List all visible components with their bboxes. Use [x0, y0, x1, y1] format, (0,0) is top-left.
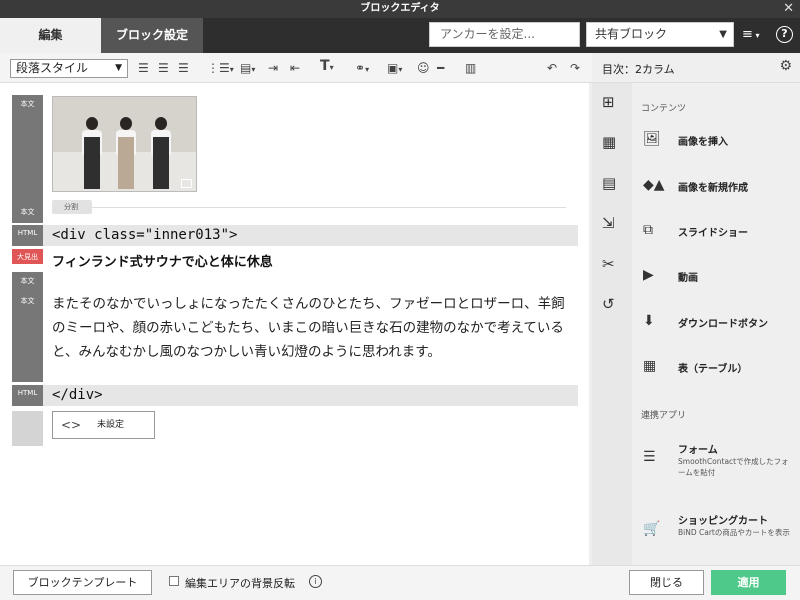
- unset-button[interactable]: <> 未設定: [52, 411, 155, 439]
- split-divider: [92, 207, 566, 208]
- redo-icon[interactable]: ↷: [570, 60, 580, 76]
- editor-area[interactable]: 本文 本文 HTML 大見出 本文 本文 HTML 分割 <div class=…: [0, 83, 592, 565]
- section-apps: 連携アプリ: [641, 411, 687, 421]
- bg-invert-label: 編集エリアの背景反転: [185, 577, 295, 590]
- heading-text[interactable]: フィンランド式サウナで心と体に休息: [52, 251, 273, 270]
- info-icon[interactable]: i: [309, 575, 322, 588]
- block-label-body-sub: 本文: [20, 208, 35, 216]
- gear-icon[interactable]: ⚙: [779, 58, 792, 74]
- section-contents: コンテンツ: [641, 104, 687, 114]
- add-icon[interactable]: ⊞: [602, 93, 615, 111]
- video-icon: ▶: [643, 267, 654, 283]
- slideshow-icon: ⧉: [643, 222, 653, 238]
- align-right-icon[interactable]: ☰: [178, 60, 189, 76]
- sidebar-content-list: コンテンツ 🖼 画像を挿入 ◆▲ 画像を新規作成 ⧉ スライドショー ▶ 動画 …: [632, 83, 800, 565]
- chevron-down-icon: ▼: [115, 63, 122, 73]
- undo-icon[interactable]: ↶: [547, 60, 557, 76]
- paragraph-style-value: 段落スタイル: [16, 61, 89, 75]
- sidebar-title: 目次：2カラム: [602, 63, 675, 76]
- text-format-icon[interactable]: T▾: [320, 58, 334, 76]
- block-label-empty[interactable]: [12, 411, 43, 446]
- tab-bar: 編集 ブロック設定 アンカーを設定... 共有ブロック ▼ ≡ ▾ ?: [0, 18, 800, 53]
- history-icon[interactable]: ↺: [602, 295, 615, 313]
- sidebar-icon-strip: ⊞ ▦ ▤ ⇲ ✂ ↺: [592, 83, 632, 565]
- html-close-tag[interactable]: </div>: [43, 385, 578, 406]
- block-label-body[interactable]: 本文 本文: [12, 95, 43, 223]
- block-label-body-text-sub: 本文: [20, 297, 35, 305]
- code-icon: <>: [61, 418, 82, 432]
- image-badge-icon: [181, 179, 192, 188]
- shared-block-select[interactable]: 共有ブロック ▼: [586, 22, 734, 47]
- image-icon: 🖼: [643, 131, 661, 147]
- window-title: ブロックエディタ: [360, 3, 440, 14]
- download-icon: ⬇: [643, 313, 655, 329]
- tab-edit[interactable]: 編集: [0, 18, 101, 53]
- html-open-tag[interactable]: <div class="inner013">: [43, 225, 578, 246]
- close-window-icon[interactable]: ✕: [783, 0, 794, 18]
- horizontal-rule-icon[interactable]: ━: [437, 60, 444, 76]
- apply-button[interactable]: 適用: [711, 570, 786, 595]
- align-left-icon[interactable]: ☰: [138, 60, 149, 76]
- table-icon: ▦: [643, 358, 657, 374]
- list-icon[interactable]: ⋮☰▾: [207, 60, 234, 78]
- paragraph-text[interactable]: またそのなかでいっしょになったたくさんのひとたち、ファゼーロとロザーロ、羊飼のミ…: [52, 292, 577, 364]
- shapes-icon: ◆▲: [643, 177, 665, 193]
- photo-staff[interactable]: [52, 96, 197, 192]
- form-icon: ☰: [643, 449, 656, 465]
- menu-icon[interactable]: ≡ ▾: [742, 27, 759, 42]
- image-icon[interactable]: ▣▾: [387, 60, 402, 78]
- chevron-down-icon: ▼: [719, 29, 727, 40]
- shared-block-value: 共有ブロック: [595, 27, 668, 41]
- block-label-body-text[interactable]: 本文 本文: [12, 272, 43, 382]
- tab-block-settings[interactable]: ブロック設定: [101, 18, 203, 53]
- close-button[interactable]: 閉じる: [629, 570, 704, 595]
- sidebar-header: 目次：2カラム ⚙: [592, 53, 800, 83]
- align-center-icon[interactable]: ☰: [158, 60, 169, 76]
- block-label-heading[interactable]: 大見出: [12, 249, 43, 264]
- outdent-icon[interactable]: ⇤: [290, 60, 300, 76]
- tools-icon[interactable]: ✂: [602, 255, 615, 273]
- block-template-button[interactable]: ブロックテンプレート: [13, 570, 152, 595]
- anchor-input[interactable]: アンカーを設定...: [429, 22, 580, 47]
- format-toolbar: 段落スタイル ▼ ☰ ☰ ☰ ⋮☰▾ ▤▾ ⇥ ⇤ T▾ ⚭▾ ▣▾ ☺ ━ ▥…: [0, 53, 592, 83]
- column-icon[interactable]: ▥: [465, 60, 476, 76]
- emoji-icon[interactable]: ☺: [417, 60, 430, 76]
- window-title-bar: ブロックエディタ ✕: [0, 0, 800, 18]
- link-icon[interactable]: ⚭▾: [355, 60, 369, 78]
- paragraph-style-select[interactable]: 段落スタイル ▼: [10, 59, 128, 78]
- import-icon[interactable]: ⇲: [602, 214, 615, 232]
- indent-icon[interactable]: ⇥: [268, 60, 278, 76]
- cart-icon: 🛒: [643, 521, 661, 537]
- block-label-html[interactable]: HTML: [12, 225, 43, 246]
- split-button[interactable]: 分割: [52, 200, 92, 214]
- block-label-html-close[interactable]: HTML: [12, 385, 43, 406]
- footer-bar: ブロックテンプレート 編集エリアの背景反転 i 閉じる 適用: [0, 565, 800, 600]
- page-icon[interactable]: ▤: [602, 174, 616, 192]
- bg-invert-checkbox[interactable]: [169, 576, 179, 586]
- help-icon[interactable]: ?: [776, 26, 793, 43]
- block-icon[interactable]: ▤▾: [240, 60, 255, 78]
- unset-label: 未設定: [97, 420, 125, 430]
- grid-icon[interactable]: ▦: [602, 133, 616, 151]
